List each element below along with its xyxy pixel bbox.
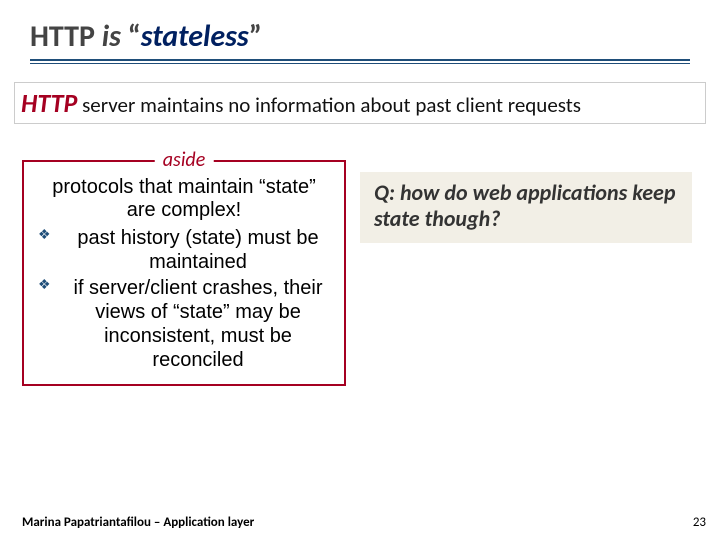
aside-bullet: past history (state) must be maintained (34, 226, 334, 274)
question-text: Q: how do web applications keep state th… (374, 180, 682, 233)
title-quote-close: ” (249, 18, 262, 55)
subtitle-http: HTTP (21, 87, 77, 119)
subtitle-text: HTTP server maintains no information abo… (21, 87, 699, 119)
title-rule-thin (30, 63, 690, 64)
title-quote-open: “ (128, 18, 141, 55)
slide-title-area: HTTP is “stateless” (0, 0, 720, 72)
title-prefix: HTTP (30, 18, 102, 55)
aside-legend: aside (155, 148, 214, 172)
question-box: Q: how do web applications keep state th… (360, 172, 692, 243)
slide-title: HTTP is “stateless” (30, 18, 690, 55)
footer-text: Marina Papatriantafilou – Application la… (22, 515, 254, 530)
title-is: is (102, 18, 128, 55)
subtitle-box: HTTP server maintains no information abo… (14, 82, 706, 124)
aside-intro: protocols that maintain “state” are comp… (30, 176, 338, 226)
title-stateless: stateless (141, 18, 249, 55)
page-number: 23 (693, 515, 706, 530)
subtitle-rest: server maintains no information about pa… (77, 92, 581, 118)
aside-bullet: if server/client crashes, their views of… (34, 276, 334, 372)
aside-box: aside protocols that maintain “state” ar… (22, 160, 346, 386)
aside-list: past history (state) must be maintained … (30, 226, 338, 372)
title-rule-thick (30, 59, 690, 61)
